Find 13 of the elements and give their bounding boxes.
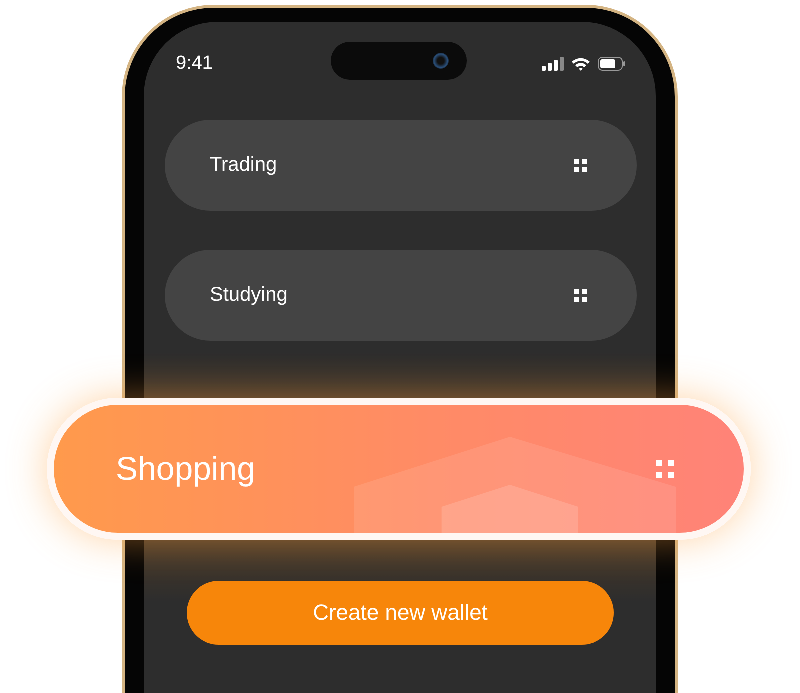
wallet-name: Shopping (116, 450, 256, 488)
wallet-name: Trading (210, 154, 278, 177)
drag-handle-icon[interactable] (574, 289, 587, 302)
wallet-card[interactable]: Studying (165, 250, 637, 341)
drag-handle-icon[interactable] (574, 159, 587, 172)
signal-icon (542, 57, 564, 71)
wallet-card[interactable]: Trading (165, 120, 637, 211)
camera-icon (433, 53, 449, 69)
battery-icon (598, 57, 626, 71)
wallet-name: Studying (210, 284, 288, 307)
wifi-icon (571, 57, 591, 71)
drag-handle-icon[interactable] (656, 460, 674, 478)
status-time: 9:41 (176, 53, 213, 75)
